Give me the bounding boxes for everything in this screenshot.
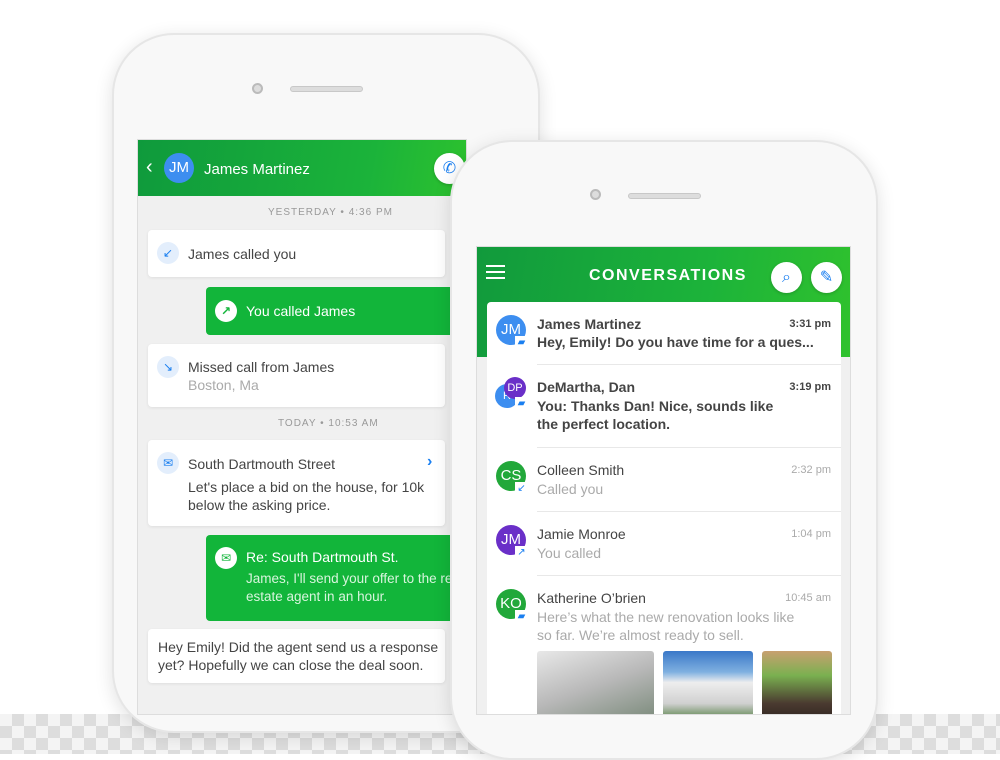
conversation-row[interactable]: JM ▰ James Martinez 3:31 pm Hey, Emily! …: [487, 302, 841, 364]
time: 3:31 pm: [789, 318, 831, 330]
chevron-right-icon[interactable]: ›: [427, 453, 432, 471]
message-text: Hey Emily! Did the agent send us a respo…: [158, 639, 439, 673]
avatar: DP: [504, 377, 526, 399]
email-subject: South Dartmouth Street: [188, 456, 336, 472]
chat-header: ‹ JM James Martinez ✆: [138, 140, 466, 196]
email-body: James, I'll send your offer to the real …: [246, 571, 463, 604]
contact-avatar: JM: [164, 153, 194, 183]
conversation-row[interactable]: R DP ▰ DeMartha, Dan 3:19 pm You: Thanks…: [487, 365, 841, 447]
message-text: James called you: [188, 246, 297, 262]
contact-name: Katherine O’brien: [537, 590, 646, 606]
chat-screen: ‹ JM James Martinez ✆ YESTERDAY • 4:36 P…: [137, 139, 467, 715]
compose-button[interactable]: ✎: [811, 262, 842, 293]
preview: Here’s what the new renovation looks lik…: [537, 609, 795, 643]
preview: You called: [537, 545, 602, 561]
outgoing-call-icon: ↗: [215, 300, 237, 322]
time: 3:19 pm: [789, 381, 831, 393]
incoming-call-icon: ↙: [515, 482, 528, 495]
message-missed-call: ↘ Missed call from James Boston, Ma: [148, 344, 445, 407]
message-text: You called James: [246, 303, 356, 319]
contact-name: Colleen Smith: [537, 462, 625, 478]
time: 1:04 pm: [791, 528, 831, 540]
contact-name: James Martinez: [537, 316, 642, 332]
message-outgoing-call: ↗ You called James: [206, 287, 466, 335]
email-icon: ✉: [157, 452, 179, 474]
message-badge-icon: ▰: [515, 610, 528, 623]
message-badge-icon: ▰: [515, 397, 528, 410]
speaker: [290, 86, 363, 92]
email-subject: Re: South Dartmouth St.: [246, 549, 399, 565]
email-icon: ✉: [215, 547, 237, 569]
timestamp-yesterday: YESTERDAY • 4:36 PM: [268, 207, 393, 218]
message-incoming-text: Hey Emily! Did the agent send us a respo…: [148, 629, 445, 683]
photo-house[interactable]: [663, 651, 753, 714]
timestamp-today: TODAY • 10:53 AM: [278, 418, 379, 429]
preview: Called you: [537, 481, 604, 497]
message-badge-icon: ▰: [515, 336, 528, 349]
page-title: CONVERSATIONS: [589, 267, 747, 284]
conversation-list: JM ▰ James Martinez 3:31 pm Hey, Emily! …: [487, 302, 841, 714]
search-button[interactable]: ⌕: [771, 262, 802, 293]
outgoing-call-icon: ↗: [515, 546, 528, 559]
conversations-screen: CONVERSATIONS ⌕ ✎ JM ▰ James Martinez 3:…: [476, 246, 851, 715]
camera: [252, 83, 263, 94]
preview: Hey, Emily! Do you have time for a ques.…: [537, 334, 814, 350]
incoming-call-icon: ↙: [157, 242, 179, 264]
menu-icon[interactable]: [486, 265, 505, 279]
conversation-row[interactable]: CS ↙ Colleen Smith 2:32 pm Called you: [487, 448, 841, 511]
message-incoming-call: ↙ James called you: [148, 230, 445, 277]
time: 10:45 am: [785, 592, 831, 604]
contact-name: Jamie Monroe: [537, 526, 626, 542]
message-email-outgoing: ✉ Re: South Dartmouth St. James, I'll se…: [206, 535, 466, 621]
missed-call-icon: ↘: [157, 356, 179, 378]
photo-patio[interactable]: [762, 651, 832, 714]
preview: You: Thanks Dan! Nice, sounds like the p…: [537, 398, 774, 432]
conversation-row[interactable]: KO ▰ Katherine O’brien 10:45 am Here’s w…: [487, 576, 841, 714]
message-email-incoming[interactable]: ✉ South Dartmouth Street › Let's place a…: [148, 440, 445, 526]
camera: [590, 189, 601, 200]
conversation-row[interactable]: JM ↗ Jamie Monroe 1:04 pm You called: [487, 512, 841, 575]
photo-kitchen[interactable]: [537, 651, 654, 714]
message-location: Boston, Ma: [188, 377, 259, 393]
contact-name: James Martinez: [204, 161, 310, 178]
speaker: [628, 193, 701, 199]
back-icon[interactable]: ‹: [146, 156, 153, 179]
time: 2:32 pm: [791, 464, 831, 476]
message-text: Missed call from James: [188, 359, 335, 375]
email-body: Let's place a bid on the house, for 10k …: [188, 479, 425, 513]
contact-name: DeMartha, Dan: [537, 379, 636, 395]
